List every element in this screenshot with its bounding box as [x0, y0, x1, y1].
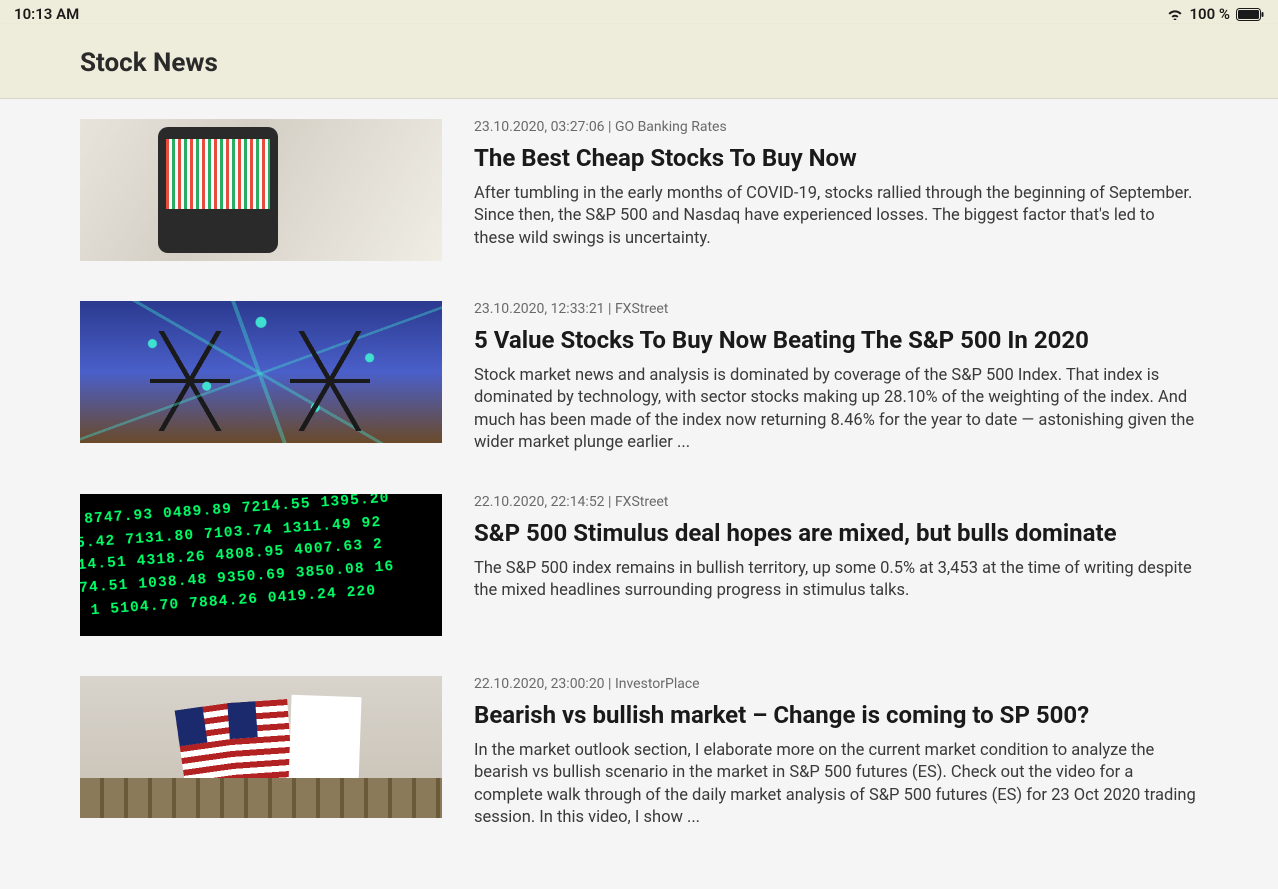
news-article[interactable]: 8747.93 0489.89 7214.55 1395.20 5.42 713…	[80, 494, 1198, 636]
news-feed[interactable]: 23.10.2020, 03:27:06 | GO Banking Rates …	[0, 99, 1278, 889]
article-time: 03:27:06	[551, 119, 605, 135]
article-summary: Stock market news and analysis is domina…	[474, 365, 1198, 454]
article-source: InvestorPlace	[615, 676, 700, 692]
article-source: FXStreet	[615, 494, 668, 510]
article-body: 22.10.2020, 23:00:20 | InvestorPlace Bea…	[474, 676, 1198, 829]
article-title[interactable]: S&P 500 Stimulus deal hopes are mixed, b…	[474, 518, 1198, 548]
article-time: 23:00:20	[551, 676, 605, 692]
article-meta: 23.10.2020, 12:33:21 | FXStreet	[474, 301, 1198, 317]
article-meta: 22.10.2020, 23:00:20 | InvestorPlace	[474, 676, 1198, 692]
article-title[interactable]: Bearish vs bullish market – Change is co…	[474, 700, 1198, 730]
power-grid-network-image	[80, 301, 442, 443]
status-bar: 10:13 AM 100 %	[0, 0, 1278, 24]
phone-stock-chart-image	[80, 119, 442, 261]
article-date: 23.10.2020	[474, 301, 544, 317]
status-time: 10:13 AM	[14, 5, 79, 23]
article-source: FXStreet	[615, 301, 668, 317]
news-article[interactable]: 23.10.2020, 12:33:21 | FXStreet 5 Value …	[80, 301, 1198, 454]
article-date: 22.10.2020	[474, 494, 544, 510]
article-summary: In the market outlook section, I elabora…	[474, 740, 1198, 829]
battery-percent: 100 %	[1189, 5, 1230, 23]
wifi-icon	[1167, 8, 1183, 20]
article-body: 22.10.2020, 22:14:52 | FXStreet S&P 500 …	[474, 494, 1198, 636]
article-title[interactable]: The Best Cheap Stocks To Buy Now	[474, 143, 1198, 173]
article-date: 22.10.2020	[474, 676, 544, 692]
stock-ticker-numbers-image: 8747.93 0489.89 7214.55 1395.20 5.42 713…	[80, 494, 442, 636]
article-date: 23.10.2020	[474, 119, 544, 135]
page-title: Stock News	[80, 48, 1198, 78]
news-article[interactable]: 23.10.2020, 03:27:06 | GO Banking Rates …	[80, 119, 1198, 261]
nyse-flags-image	[80, 676, 442, 818]
article-body: 23.10.2020, 03:27:06 | GO Banking Rates …	[474, 119, 1198, 261]
article-body: 23.10.2020, 12:33:21 | FXStreet 5 Value …	[474, 301, 1198, 454]
article-summary: The S&P 500 index remains in bullish ter…	[474, 558, 1198, 603]
battery-icon	[1236, 8, 1264, 21]
article-title[interactable]: 5 Value Stocks To Buy Now Beating The S&…	[474, 325, 1198, 355]
article-summary: After tumbling in the early months of CO…	[474, 183, 1198, 250]
article-source: GO Banking Rates	[615, 119, 727, 135]
article-time: 22:14:52	[551, 494, 605, 510]
article-meta: 22.10.2020, 22:14:52 | FXStreet	[474, 494, 1198, 510]
article-time: 12:33:21	[551, 301, 605, 317]
page-header: Stock News	[0, 24, 1278, 99]
status-right: 100 %	[1167, 5, 1264, 23]
article-meta: 23.10.2020, 03:27:06 | GO Banking Rates	[474, 119, 1198, 135]
news-article[interactable]: 22.10.2020, 23:00:20 | InvestorPlace Bea…	[80, 676, 1198, 829]
